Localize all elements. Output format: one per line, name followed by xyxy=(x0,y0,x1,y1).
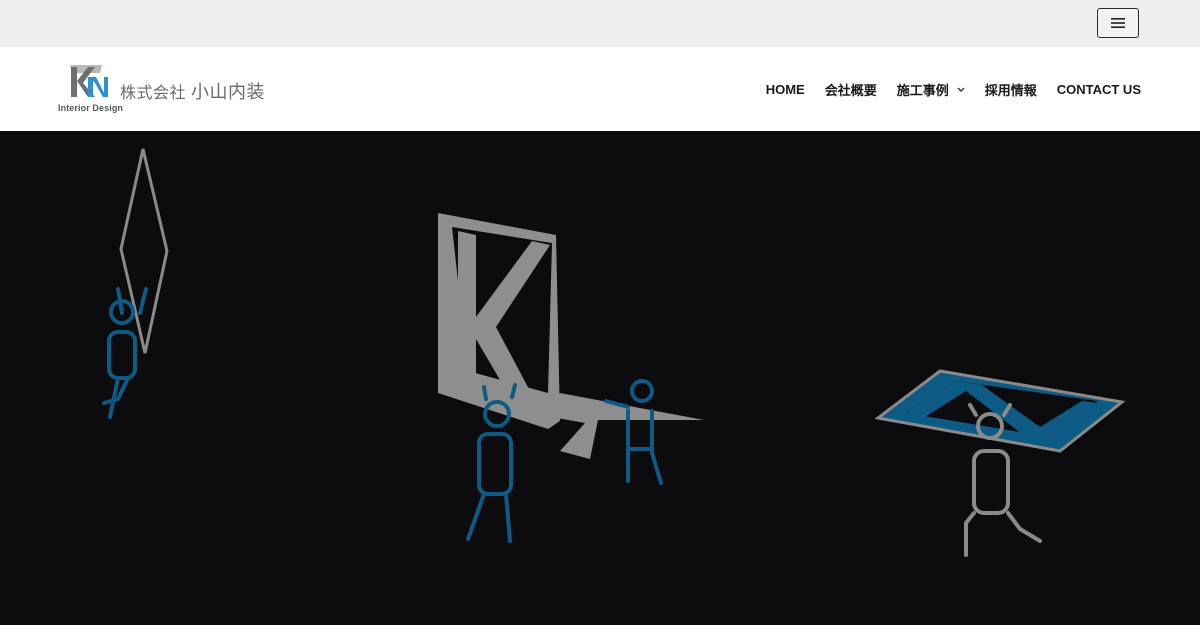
logo-tagline: Interior Design xyxy=(58,103,124,113)
hamburger-menu-icon xyxy=(1111,18,1125,28)
menu-toggle-button[interactable] xyxy=(1097,8,1139,38)
hero-illustration xyxy=(102,148,1126,557)
nav-item-recruit[interactable]: 採用情報 xyxy=(985,80,1037,99)
n-panel-figure-illustration xyxy=(874,369,1126,557)
hanging-figure-illustration xyxy=(102,148,169,419)
chevron-down-icon xyxy=(957,85,965,95)
site-logo[interactable]: Interior Design 株式会社 小山内装 xyxy=(58,63,264,119)
main-nav: HOME 会社概要 施工事例 採用情報 CONTACT US xyxy=(766,80,1141,99)
nav-item-works-label: 施工事例 xyxy=(896,83,949,98)
company-name: 株式会社 小山内装 xyxy=(120,78,265,104)
nav-item-company[interactable]: 会社概要 xyxy=(825,80,877,99)
company-prefix: 株式会社 xyxy=(120,85,187,102)
company-title: 小山内装 xyxy=(190,82,265,102)
nav-item-home[interactable]: HOME xyxy=(766,82,805,97)
nav-item-contact[interactable]: CONTACT US xyxy=(1057,82,1141,97)
top-bar xyxy=(0,0,1200,47)
hero-animation xyxy=(0,131,1200,620)
site-header: Interior Design 株式会社 小山内装 HOME 会社概要 施工事例… xyxy=(0,47,1200,131)
nav-item-works[interactable]: 施工事例 xyxy=(897,80,965,99)
kn-logo-icon xyxy=(70,65,108,97)
k-letter-figures-illustration xyxy=(438,213,704,543)
